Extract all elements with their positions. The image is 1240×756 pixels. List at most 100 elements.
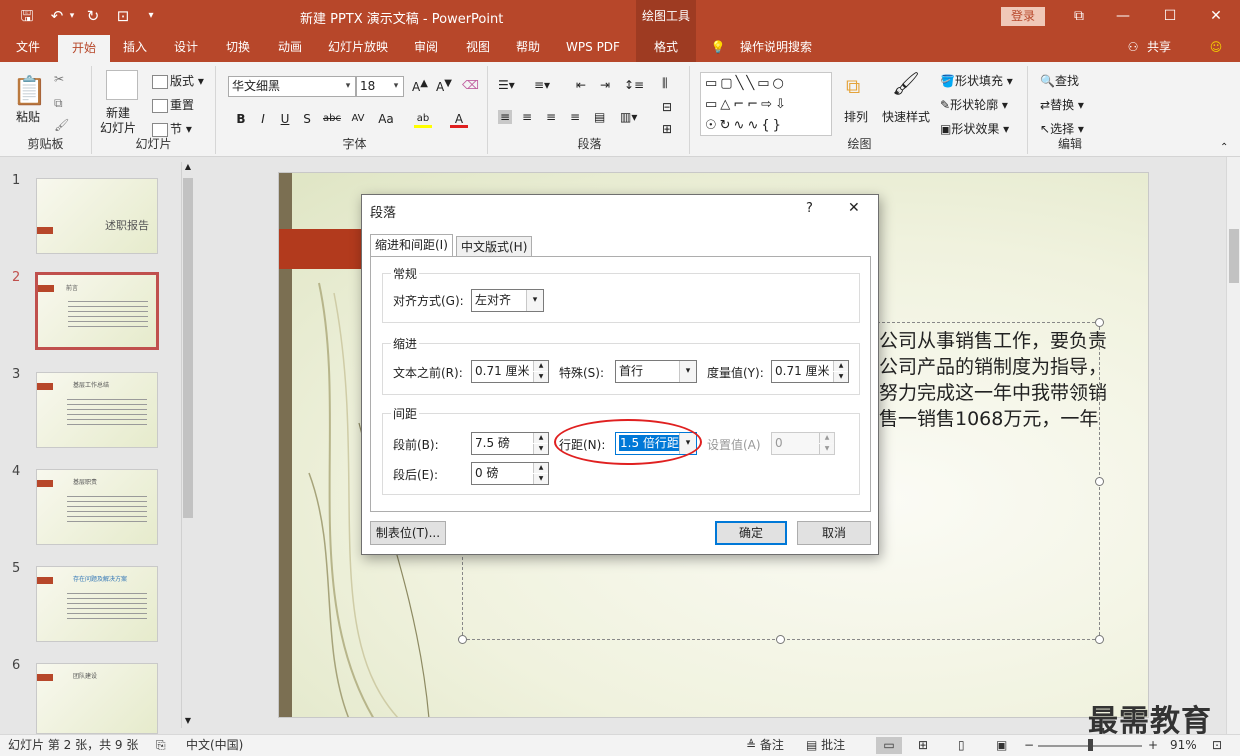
tab-help[interactable]: 帮助	[508, 33, 548, 62]
slide-scrollbar[interactable]	[1226, 157, 1240, 734]
spellcheck-icon[interactable]: ⎘	[156, 735, 166, 756]
notes-button[interactable]: ≜ 备注	[746, 735, 784, 756]
minimize-button[interactable]: —	[1108, 6, 1138, 26]
tab-design[interactable]: 设计	[164, 33, 208, 62]
help-button[interactable]: ?	[806, 201, 813, 216]
align-left-icon[interactable]: ≡	[498, 110, 513, 124]
line-spacing-icon[interactable]: ↕≡	[624, 78, 644, 92]
font-name-combo[interactable]: 华文细黑 ▾	[228, 76, 356, 97]
tab-format[interactable]: 格式	[636, 33, 696, 62]
change-case-button[interactable]: Aa	[372, 110, 400, 128]
slide-thumbnail-5[interactable]: 存在问题及解决方案	[36, 566, 158, 642]
paste-icon[interactable]: 📋	[12, 74, 47, 107]
tab-animations[interactable]: 动画	[268, 33, 312, 62]
resize-handle[interactable]	[1095, 318, 1104, 327]
align-right-icon[interactable]: ≡	[546, 110, 556, 124]
align-text-icon[interactable]: ⊟	[662, 100, 672, 114]
start-slideshow-icon[interactable]: ⊡	[112, 6, 134, 26]
font-size-combo[interactable]: 18 ▾	[356, 76, 404, 97]
spin-up-icon[interactable]: ▲	[533, 361, 548, 371]
spin-up-icon[interactable]: ▲	[833, 361, 848, 371]
fit-slide-icon[interactable]: ⊡	[1212, 735, 1222, 756]
spin-up-icon[interactable]: ▲	[533, 463, 548, 473]
layout-button[interactable]: 版式 ▾	[152, 72, 204, 89]
spin-up-icon[interactable]: ▲	[533, 433, 548, 443]
scroll-up-icon[interactable]: ▲	[183, 162, 193, 174]
collapse-ribbon-icon[interactable]: ⌃	[1220, 142, 1228, 153]
new-slide-button[interactable]: 新建 幻灯片	[100, 106, 136, 136]
share-button[interactable]: 共享	[1142, 33, 1176, 62]
undo-icon[interactable]: ↶	[46, 6, 68, 26]
quick-styles-icon[interactable]: 🖌	[892, 72, 920, 97]
quick-styles-button[interactable]: 快速样式	[882, 108, 930, 125]
spacing-before-spinner[interactable]: 7.5 磅 ▲ ▼	[471, 432, 549, 455]
highlight-icon[interactable]: ab	[414, 110, 432, 128]
tab-view[interactable]: 视图	[456, 33, 500, 62]
close-window-button[interactable]: ✕	[1201, 6, 1231, 26]
resize-handle[interactable]	[458, 635, 467, 644]
slide-sorter-icon[interactable]: ⊞	[918, 735, 928, 756]
login-button[interactable]: 登录	[1001, 7, 1045, 26]
strikethrough-button[interactable]: abc	[320, 110, 344, 128]
resize-handle[interactable]	[776, 635, 785, 644]
arrange-icon[interactable]: ⧉	[846, 74, 860, 98]
clear-formatting-icon[interactable]: ⌫	[462, 78, 479, 92]
slide-thumbnail-1[interactable]: 述职报告	[36, 178, 158, 254]
language-status[interactable]: 中文(中国)	[186, 735, 243, 756]
redo-icon[interactable]: ↻	[82, 6, 104, 26]
spin-down-icon[interactable]: ▼	[533, 474, 548, 484]
slide-thumbnail-3[interactable]: 基层工作总结	[36, 372, 158, 448]
tab-insert[interactable]: 插入	[114, 33, 156, 62]
bullets-icon[interactable]: ☰▾	[498, 78, 515, 92]
cancel-button[interactable]: 取消	[797, 521, 871, 545]
tabs-button[interactable]: 制表位(T)...	[370, 521, 446, 545]
decrease-indent-icon[interactable]: ⇤	[576, 78, 586, 92]
tab-file[interactable]: 文件	[6, 33, 50, 62]
maximize-button[interactable]: ☐	[1155, 6, 1185, 26]
format-painter-icon[interactable]: 🖌	[54, 118, 69, 132]
thumbnail-scrollbar[interactable]: ▲ ▼	[181, 162, 194, 728]
tab-home[interactable]: 开始	[58, 35, 110, 62]
spin-down-icon[interactable]: ▼	[533, 444, 548, 454]
shadow-button[interactable]: S	[298, 110, 316, 128]
slide-thumbnail-2[interactable]: 前言	[35, 272, 159, 350]
spin-down-icon[interactable]: ▼	[533, 372, 548, 382]
zoom-out-icon[interactable]: −	[1024, 735, 1034, 756]
justify-icon[interactable]: ≡	[570, 110, 580, 124]
tab-indents-spacing[interactable]: 缩进和间距(I)	[370, 234, 453, 258]
zoom-slider-thumb[interactable]	[1088, 739, 1093, 751]
font-color-icon[interactable]: A	[450, 110, 468, 128]
align-center-icon[interactable]: ≡	[522, 110, 532, 124]
undo-dropdown-icon[interactable]: ▾	[66, 6, 78, 26]
character-spacing-icon[interactable]: AV	[346, 110, 370, 128]
distributed-icon[interactable]: ▤	[594, 110, 605, 124]
find-button[interactable]: 🔍查找	[1040, 72, 1079, 89]
slideshow-view-icon[interactable]: ▣	[996, 735, 1007, 756]
slide-thumbnail-6[interactable]: 团队建设	[36, 663, 158, 734]
tell-me-search[interactable]: 操作说明搜索	[734, 33, 818, 62]
arrange-button[interactable]: 排列	[844, 108, 868, 125]
copy-icon[interactable]: ⧉	[54, 96, 63, 111]
numbering-icon[interactable]: ≡▾	[534, 78, 550, 92]
dialog-close-button[interactable]: ✕	[848, 200, 860, 216]
ribbon-display-options-icon[interactable]: ⧉	[1064, 6, 1094, 26]
spacing-after-spinner[interactable]: 0 磅 ▲ ▼	[471, 462, 549, 485]
shape-fill-button[interactable]: 🪣形状填充 ▾	[940, 72, 1013, 89]
tab-slideshow[interactable]: 幻灯片放映	[320, 33, 396, 62]
smiley-feedback-icon[interactable]: ☺	[1204, 33, 1228, 62]
reset-button[interactable]: 重置	[152, 96, 194, 113]
spin-down-icon[interactable]: ▼	[833, 372, 848, 382]
new-slide-icon[interactable]	[106, 70, 138, 100]
save-icon[interactable]: 🖫	[16, 6, 38, 26]
smartart-icon[interactable]: ⊞	[662, 122, 672, 136]
tab-wps-pdf[interactable]: WPS PDF	[556, 33, 630, 62]
alignment-select[interactable]: 左对齐 ▾	[471, 289, 544, 312]
normal-view-icon[interactable]: ▭	[876, 737, 902, 754]
before-text-spinner[interactable]: 0.71 厘米 ▲ ▼	[471, 360, 549, 383]
decrease-font-icon[interactable]: A▼	[436, 78, 452, 94]
columns-icon[interactable]: ▥▾	[620, 110, 637, 124]
bold-button[interactable]: B	[232, 110, 250, 128]
resize-handle[interactable]	[1095, 477, 1104, 486]
shape-outline-button[interactable]: ✎形状轮廓 ▾	[940, 96, 1008, 113]
underline-button[interactable]: U	[276, 110, 294, 128]
